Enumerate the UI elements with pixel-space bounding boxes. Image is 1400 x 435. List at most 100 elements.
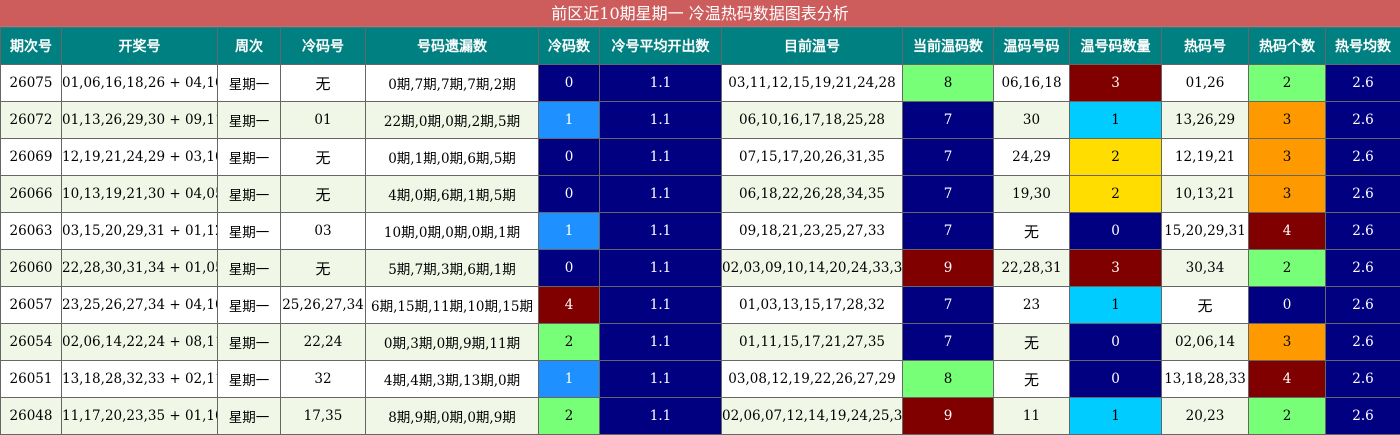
warm-count-cell: 8	[902, 360, 994, 398]
miss-cell: 8期,9期,0期,0期,9期	[365, 397, 539, 435]
header-cold-count: 冷码数	[538, 27, 600, 65]
hot-nums-cell: 无	[1161, 286, 1249, 324]
header-issue: 期次号	[0, 27, 62, 65]
cold-count-cell: 1	[538, 101, 600, 139]
warm-hit-cell: 22,28,31	[993, 249, 1070, 287]
draw-cell: 22,28,30,31,34 + 01,05	[61, 249, 218, 287]
cold-avg-cell: 1.1	[599, 212, 722, 250]
miss-cell: 10期,0期,0期,0期,1期	[365, 212, 539, 250]
hot-avg-cell: 2.6	[1325, 212, 1400, 250]
warm-count-cell: 7	[902, 286, 994, 324]
hot-avg-cell: 2.6	[1325, 286, 1400, 324]
cold-nums-cell: 22,24	[280, 323, 366, 361]
hot-count-cell: 2	[1248, 249, 1326, 287]
hot-nums-cell: 13,18,28,33	[1161, 360, 1249, 398]
header-warm-hit: 温码号码	[993, 27, 1070, 65]
week-cell: 星期一	[217, 249, 281, 287]
warm-nums-cell: 03,11,12,15,19,21,24,28	[721, 64, 903, 102]
hot-avg-cell: 2.6	[1325, 101, 1400, 139]
warm-count-cell: 9	[902, 249, 994, 287]
cold-avg-cell: 1.1	[599, 323, 722, 361]
cold-avg-cell: 1.1	[599, 360, 722, 398]
draw-cell: 01,06,16,18,26 + 04,10	[61, 64, 218, 102]
header-warm-hit-count: 温号码数量	[1069, 27, 1162, 65]
draw-cell: 02,06,14,22,24 + 08,11	[61, 323, 218, 361]
hot-avg-cell: 2.6	[1325, 175, 1400, 213]
warm-hit-cell: 19,30	[993, 175, 1070, 213]
warm-nums-cell: 07,15,17,20,26,31,35	[721, 138, 903, 176]
header-miss: 号码遗漏数	[365, 27, 539, 65]
hot-nums-cell: 13,26,29	[1161, 101, 1249, 139]
cold-nums-cell: 03	[280, 212, 366, 250]
hot-nums-cell: 30,34	[1161, 249, 1249, 287]
hot-avg-cell: 2.6	[1325, 360, 1400, 398]
cold-count-cell: 1	[538, 212, 600, 250]
table-row: 26057 23,25,26,27,34 + 04,10 星期一 25,26,27,3…	[0, 286, 1400, 324]
warm-hit-cell: 23	[993, 286, 1070, 324]
week-cell: 星期一	[217, 360, 281, 398]
cold-avg-cell: 1.1	[599, 286, 722, 324]
table-body: 26075 01,06,16,18,26 + 04,10 星期一无 0期,7期,7期,…	[0, 64, 1400, 435]
hot-avg-cell: 2.6	[1325, 249, 1400, 287]
cold-avg-cell: 1.1	[599, 138, 722, 176]
hot-nums-cell: 15,20,29,31	[1161, 212, 1249, 250]
cold-avg-cell: 1.1	[599, 64, 722, 102]
week-cell: 星期一	[217, 101, 281, 139]
warm-hit-cell: 无	[993, 212, 1070, 250]
week-cell: 星期一	[217, 323, 281, 361]
hot-count-cell: 2	[1248, 64, 1326, 102]
issue-cell: 26051	[0, 360, 62, 398]
hot-avg-cell: 2.6	[1325, 397, 1400, 435]
header-week: 周次	[217, 27, 281, 65]
warm-hit-count-cell: 0	[1069, 360, 1162, 398]
table-row: 26066 10,13,19,21,30 + 04,05 星期一无 4期,0期,6期,…	[0, 175, 1400, 213]
hot-count-cell: 3	[1248, 101, 1326, 139]
hot-nums-cell: 20,23	[1161, 397, 1249, 435]
warm-hit-count-cell: 0	[1069, 323, 1162, 361]
hot-count-cell: 2	[1248, 397, 1326, 435]
hot-nums-cell: 01,26	[1161, 64, 1249, 102]
warm-hit-count-cell: 3	[1069, 249, 1162, 287]
week-cell: 星期一	[217, 175, 281, 213]
warm-count-cell: 8	[902, 64, 994, 102]
hot-count-cell: 4	[1248, 360, 1326, 398]
warm-hit-cell: 30	[993, 101, 1070, 139]
hot-avg-cell: 2.6	[1325, 323, 1400, 361]
miss-cell: 0期,7期,7期,7期,2期	[365, 64, 539, 102]
draw-cell: 01,13,26,29,30 + 09,11	[61, 101, 218, 139]
header-hot-avg: 热号均数	[1325, 27, 1400, 65]
warm-hit-cell: 无	[993, 360, 1070, 398]
warm-count-cell: 7	[902, 138, 994, 176]
hot-nums-cell: 10,13,21	[1161, 175, 1249, 213]
issue-cell: 26075	[0, 64, 62, 102]
issue-cell: 26057	[0, 286, 62, 324]
table-row: 26054 02,06,14,22,24 + 08,11 星期一 22,24 0期,3期…	[0, 323, 1400, 361]
draw-cell: 12,19,21,24,29 + 03,10	[61, 138, 218, 176]
draw-cell: 03,15,20,29,31 + 01,12	[61, 212, 218, 250]
hot-count-cell: 3	[1248, 175, 1326, 213]
week-cell: 星期一	[217, 138, 281, 176]
table-row: 26051 13,18,28,32,33 + 02,11 星期一 32 4期,4期,3期…	[0, 360, 1400, 398]
warm-hit-cell: 11	[993, 397, 1070, 435]
issue-cell: 26066	[0, 175, 62, 213]
miss-cell: 22期,0期,0期,2期,5期	[365, 101, 539, 139]
hot-count-cell: 4	[1248, 212, 1326, 250]
miss-cell: 4期,4期,3期,13期,0期	[365, 360, 539, 398]
issue-cell: 26069	[0, 138, 62, 176]
cold-count-cell: 0	[538, 249, 600, 287]
warm-hit-cell: 24,29	[993, 138, 1070, 176]
week-cell: 星期一	[217, 212, 281, 250]
cold-count-cell: 2	[538, 323, 600, 361]
warm-hit-count-cell: 2	[1069, 175, 1162, 213]
warm-count-cell: 7	[902, 212, 994, 250]
warm-nums-cell: 01,11,15,17,21,27,35	[721, 323, 903, 361]
warm-hit-cell: 06,16,18	[993, 64, 1070, 102]
cold-nums-cell: 无	[280, 138, 366, 176]
draw-cell: 13,18,28,32,33 + 02,11	[61, 360, 218, 398]
cold-nums-cell: 25,26,27,34	[280, 286, 366, 324]
draw-cell: 10,13,19,21,30 + 04,05	[61, 175, 218, 213]
warm-hit-count-cell: 3	[1069, 64, 1162, 102]
header-warm-count: 当前温码数	[902, 27, 994, 65]
warm-count-cell: 7	[902, 101, 994, 139]
issue-cell: 26054	[0, 323, 62, 361]
